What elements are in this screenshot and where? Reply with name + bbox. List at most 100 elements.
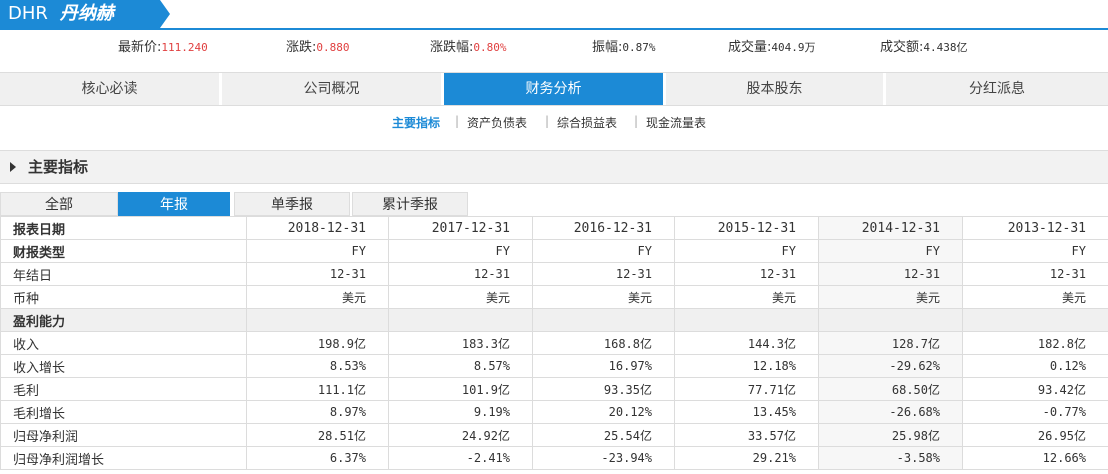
table-cell: 101.9亿	[388, 377, 533, 401]
table-cell: 美元	[388, 285, 533, 309]
table-cell: 美元	[532, 285, 675, 309]
table-cell: 77.71亿	[674, 377, 819, 401]
table-cell: 68.50亿	[818, 377, 963, 401]
table-cell	[818, 308, 963, 332]
subnav-cash-flow[interactable]: 现金流量表	[646, 114, 706, 131]
table-cell: 8.57%	[388, 354, 533, 378]
table-cell: 美元	[246, 285, 389, 309]
tab-financial[interactable]: 财务分析	[444, 73, 666, 105]
table-cell: -0.77%	[962, 400, 1108, 424]
group-label: 盈利能力	[0, 308, 247, 332]
table-cell: 111.1亿	[246, 377, 389, 401]
table-cell: 12-31	[246, 262, 389, 286]
table-row: 归母净利润 28.51亿 24.92亿 25.54亿 33.57亿 25.98亿…	[0, 423, 1108, 447]
table-cell: -29.62%	[818, 354, 963, 378]
date-cell: 2013-12-31	[962, 216, 1108, 240]
quote-row: 最新价:111.240 涨跌:0.880 涨跌幅:0.80% 振幅:0.87% …	[0, 36, 1108, 60]
table-cell: 128.7亿	[818, 331, 963, 355]
row-label: 毛利	[0, 377, 247, 401]
date-cell: 2017-12-31	[388, 216, 533, 240]
row-label: 毛利增长	[0, 400, 247, 424]
table-cell	[246, 308, 389, 332]
tab-company[interactable]: 公司概况	[222, 73, 444, 105]
turnover: 成交额:4.438亿	[880, 40, 968, 55]
header-label: 报表日期	[0, 216, 247, 240]
price-change-value: 0.880	[316, 41, 350, 54]
row-label: 归母净利润	[0, 423, 247, 447]
table-row: 收入增长 8.53% 8.57% 16.97% 12.18% -29.62% 0…	[0, 354, 1108, 378]
table-cell: 美元	[818, 285, 963, 309]
row-label: 财报类型	[0, 239, 247, 263]
table-cell	[388, 308, 533, 332]
table-cell: FY	[818, 239, 963, 263]
table-cell: 0.12%	[962, 354, 1108, 378]
section-title: 主要指标	[28, 158, 89, 176]
latest-price: 最新价:111.240	[118, 40, 208, 55]
table-cell: 182.8亿	[962, 331, 1108, 355]
table-cell	[674, 308, 819, 332]
table-cell: 25.98亿	[818, 423, 963, 447]
table-cell: -23.94%	[532, 446, 675, 470]
table-cell	[962, 308, 1108, 332]
table-cell: 12-31	[818, 262, 963, 286]
table-row: 毛利增长 8.97% 9.19% 20.12% 13.45% -26.68% -…	[0, 400, 1108, 424]
volume-value: 404.9万	[771, 41, 816, 54]
date-cell: 2018-12-31	[246, 216, 389, 240]
table-cell: FY	[962, 239, 1108, 263]
table-row: 归母净利润增长 6.37% -2.41% -23.94% 29.21% -3.5…	[0, 446, 1108, 470]
tab-core[interactable]: 核心必读	[0, 73, 222, 105]
subnav-balance-sheet[interactable]: 资产负债表	[467, 114, 527, 131]
table-cell: 12.18%	[674, 354, 819, 378]
table-cell: 9.19%	[388, 400, 533, 424]
price-change-pct-value: 0.80%	[473, 41, 507, 54]
subnav-separator: |	[545, 114, 550, 128]
table-cell: 13.45%	[674, 400, 819, 424]
section-header[interactable]: 主要指标	[0, 150, 1108, 184]
amplitude-value: 0.87%	[622, 41, 656, 54]
table-cell: 29.21%	[674, 446, 819, 470]
title-bar: DHR 丹纳赫	[0, 0, 1108, 30]
table-cell: 16.97%	[532, 354, 675, 378]
volume: 成交量:404.9万	[728, 40, 816, 55]
subnav-separator: |	[455, 114, 460, 128]
table-row: 年结日 12-31 12-31 12-31 12-31 12-31 12-31	[0, 262, 1108, 286]
table-cell: 144.3亿	[674, 331, 819, 355]
table-cell: FY	[246, 239, 389, 263]
table-cell: 12-31	[388, 262, 533, 286]
group-row: 盈利能力	[0, 308, 1108, 332]
date-cell: 2015-12-31	[674, 216, 819, 240]
table-cell: 168.8亿	[532, 331, 675, 355]
period-tabs: 全部 年报 单季报 累计季报	[0, 192, 470, 216]
table-cell: FY	[532, 239, 675, 263]
date-cell: 2016-12-31	[532, 216, 675, 240]
amplitude: 振幅:0.87%	[592, 40, 656, 55]
price-change-pct: 涨跌幅:0.80%	[430, 40, 507, 55]
period-tab-annual[interactable]: 年报	[118, 192, 230, 216]
table-row: 财报类型 FY FY FY FY FY FY	[0, 239, 1108, 263]
financial-table: 报表日期 2018-12-31 2017-12-31 2016-12-31 20…	[0, 216, 1108, 470]
table-cell: 美元	[962, 285, 1108, 309]
period-tab-all[interactable]: 全部	[0, 192, 118, 216]
subnav-key-indicators[interactable]: 主要指标	[392, 114, 440, 131]
subnav-income-statement[interactable]: 综合损益表	[557, 114, 617, 131]
period-tab-cumulative[interactable]: 累计季报	[352, 192, 468, 216]
sub-nav: 主要指标 | 资产负债表 | 综合损益表 | 现金流量表	[0, 114, 1108, 134]
table-row: 币种 美元 美元 美元 美元 美元 美元	[0, 285, 1108, 309]
stock-title: DHR 丹纳赫	[0, 0, 170, 28]
table-cell: 12-31	[674, 262, 819, 286]
period-tab-quarterly[interactable]: 单季报	[234, 192, 350, 216]
table-cell: 183.3亿	[388, 331, 533, 355]
tab-shareholders[interactable]: 股本股东	[666, 73, 886, 105]
table-cell: 美元	[674, 285, 819, 309]
table-cell: 93.42亿	[962, 377, 1108, 401]
date-cell: 2014-12-31	[818, 216, 963, 240]
tab-dividend[interactable]: 分红派息	[886, 73, 1108, 105]
table-cell: FY	[388, 239, 533, 263]
table-cell: -26.68%	[818, 400, 963, 424]
table-cell: 12-31	[532, 262, 675, 286]
caret-right-icon	[10, 162, 16, 172]
table-cell: 8.53%	[246, 354, 389, 378]
table-cell: 26.95亿	[962, 423, 1108, 447]
table-cell: FY	[674, 239, 819, 263]
stock-code: DHR	[8, 3, 48, 24]
